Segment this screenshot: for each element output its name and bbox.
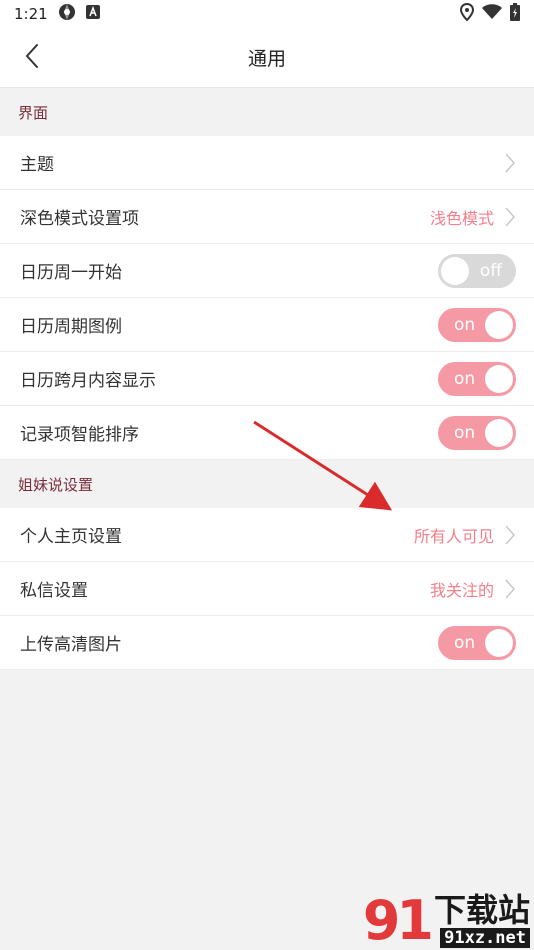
toggle-knob bbox=[485, 364, 513, 393]
settings-row-week-start-monday: 日历周一开始 off bbox=[0, 244, 534, 298]
chevron-left-icon bbox=[25, 43, 39, 73]
chevron-right-icon bbox=[504, 578, 516, 600]
row-label: 深色模式设置项 bbox=[20, 209, 139, 229]
row-label: 日历周期图例 bbox=[20, 317, 122, 337]
settings-row-private-message[interactable]: 私信设置 我关注的 bbox=[0, 562, 534, 616]
chevron-right-icon bbox=[504, 524, 516, 546]
smart-sort-toggle[interactable]: on bbox=[438, 415, 516, 450]
watermark-title: 下载站 bbox=[433, 891, 530, 930]
row-label: 私信设置 bbox=[20, 581, 88, 601]
section-header-interface: 界面 bbox=[0, 88, 534, 136]
settings-row-theme[interactable]: 主题 bbox=[0, 136, 534, 190]
status-bar: 1:21 bbox=[0, 0, 534, 28]
week-start-toggle[interactable]: off bbox=[438, 253, 516, 288]
hd-upload-toggle[interactable]: on bbox=[438, 625, 516, 660]
chevron-right-icon bbox=[504, 152, 516, 174]
settings-row-dark-mode[interactable]: 深色模式设置项 浅色模式 bbox=[0, 190, 534, 244]
cross-month-toggle[interactable]: on bbox=[438, 361, 516, 396]
aperture-icon bbox=[58, 3, 76, 25]
toggle-state-label: on bbox=[454, 632, 476, 653]
status-time: 1:21 bbox=[14, 5, 48, 23]
row-label: 日历周一开始 bbox=[20, 263, 122, 283]
toggle-knob bbox=[441, 256, 469, 285]
settings-row-cross-month-display: 日历跨月内容显示 on bbox=[0, 352, 534, 406]
watermark: 91 下载站 91xz.net bbox=[362, 889, 530, 950]
dark-mode-value: 浅色模式 bbox=[429, 208, 494, 228]
toggle-state-label: on bbox=[454, 368, 476, 389]
settings-row-smart-sort: 记录项智能排序 on bbox=[0, 406, 534, 460]
row-label: 上传高清图片 bbox=[20, 635, 122, 655]
cycle-legend-toggle[interactable]: on bbox=[438, 307, 516, 342]
page-header: 通用 bbox=[0, 28, 534, 88]
row-label: 日历跨月内容显示 bbox=[20, 371, 156, 391]
chevron-right-icon bbox=[504, 206, 516, 228]
battery-icon bbox=[510, 3, 520, 25]
settings-row-profile-page[interactable]: 个人主页设置 所有人可见 bbox=[0, 508, 534, 562]
section-header-sisters-talk: 姐妹说设置 bbox=[0, 460, 534, 508]
profile-visibility-value: 所有人可见 bbox=[413, 526, 494, 546]
private-message-value: 我关注的 bbox=[429, 580, 494, 600]
row-label: 个人主页设置 bbox=[20, 527, 122, 547]
back-button[interactable] bbox=[14, 38, 50, 78]
toggle-state-label: on bbox=[454, 422, 476, 443]
row-label: 记录项智能排序 bbox=[20, 425, 139, 445]
page-title: 通用 bbox=[247, 48, 286, 70]
toggle-knob bbox=[485, 628, 513, 657]
settings-row-cycle-legend: 日历周期图例 on bbox=[0, 298, 534, 352]
location-icon bbox=[459, 2, 475, 25]
app-a-icon bbox=[85, 5, 100, 23]
watermark-url: 91xz.net bbox=[440, 927, 530, 948]
settings-row-hd-upload: 上传高清图片 on bbox=[0, 616, 534, 670]
toggle-state-label: off bbox=[479, 260, 502, 281]
row-label: 主题 bbox=[20, 155, 54, 175]
toggle-knob bbox=[485, 418, 513, 447]
toggle-knob bbox=[485, 310, 513, 339]
toggle-state-label: on bbox=[454, 314, 476, 335]
wifi-icon bbox=[482, 4, 502, 24]
watermark-logo: 91 bbox=[362, 889, 434, 950]
